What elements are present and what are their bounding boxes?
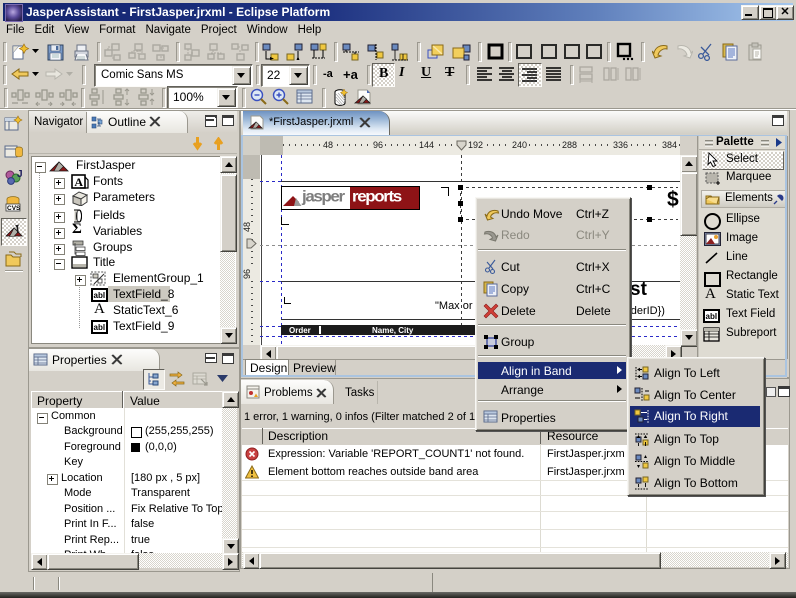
svg-text:A: A — [74, 175, 83, 189]
svg-text:abl: abl — [706, 312, 718, 321]
svg-text:CVS: CVS — [7, 205, 21, 212]
svg-text:abl: abl — [94, 291, 106, 300]
svg-text:abl: abl — [94, 323, 106, 332]
svg-text:J: J — [17, 169, 23, 180]
